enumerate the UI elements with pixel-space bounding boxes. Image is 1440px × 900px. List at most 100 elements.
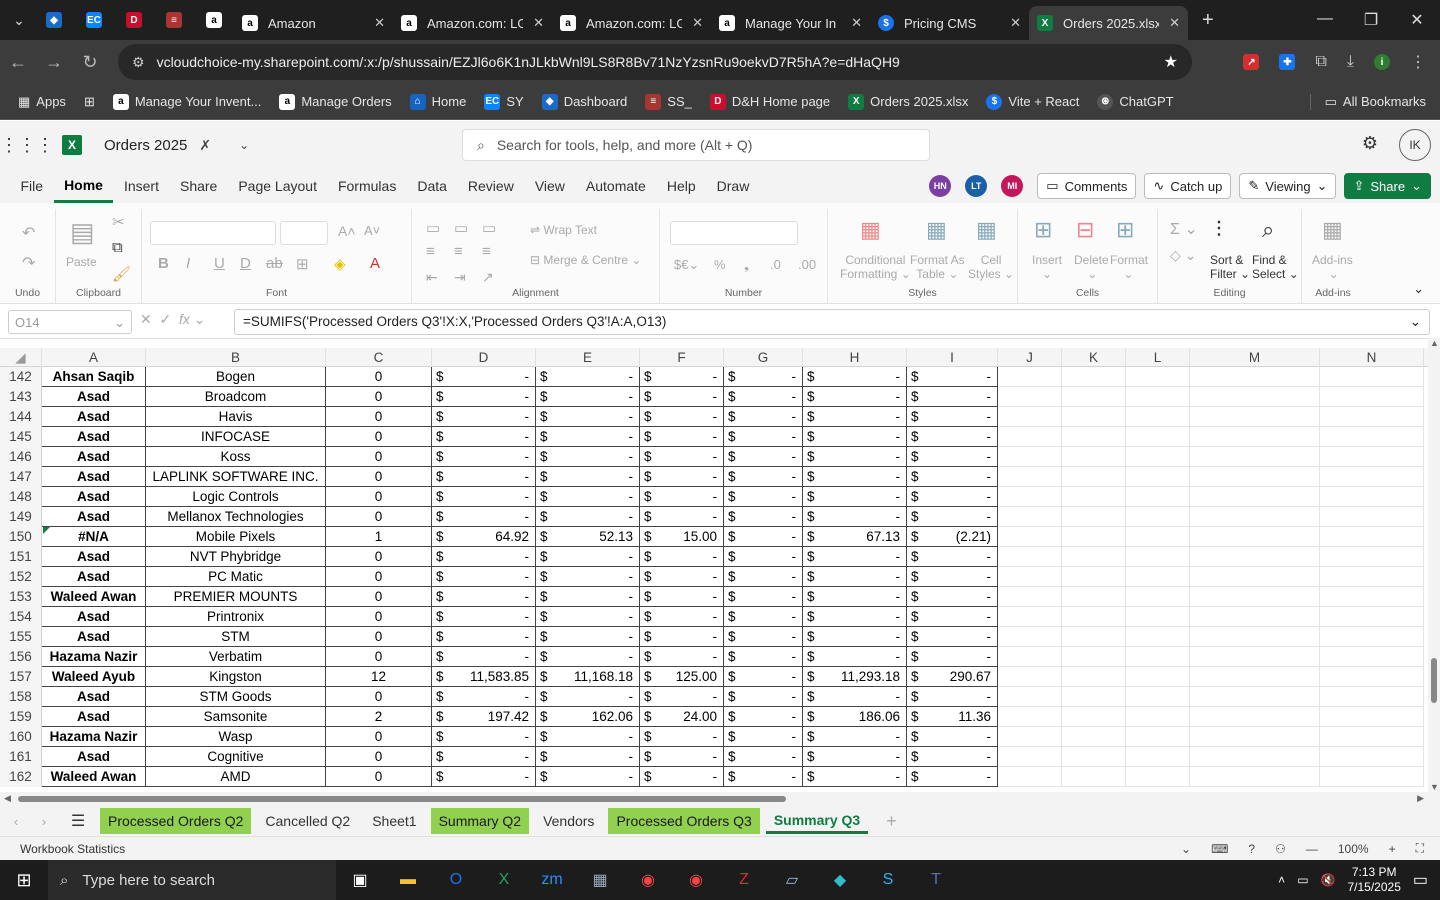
tab-file[interactable]: File	[10, 169, 54, 203]
cell-empty[interactable]	[1320, 707, 1424, 727]
cell-empty[interactable]	[1062, 447, 1126, 467]
cell-a[interactable]: Asad	[42, 467, 146, 487]
cell-empty[interactable]	[1190, 627, 1320, 647]
wrap-text-button[interactable]: ⇌ Wrap Text	[530, 223, 597, 237]
cell-empty[interactable]	[1190, 607, 1320, 627]
cell-f[interactable]: $ -	[640, 747, 724, 767]
cell-empty[interactable]	[1320, 627, 1424, 647]
cell-empty[interactable]	[1190, 727, 1320, 747]
cell-empty[interactable]	[1062, 767, 1126, 787]
increase-indent-icon[interactable]: ⇥	[454, 269, 466, 286]
cell-empty[interactable]	[1062, 727, 1126, 747]
cell-f[interactable]: $ -	[640, 387, 724, 407]
skype-icon[interactable]: S	[864, 860, 912, 900]
cell-a[interactable]: Asad	[42, 607, 146, 627]
cell-i[interactable]: $ -	[907, 767, 998, 787]
cell-c[interactable]: 0	[326, 587, 432, 607]
column-header-g[interactable]: G	[724, 348, 803, 367]
notepad-icon[interactable]: ▱	[768, 860, 816, 900]
column-header-c[interactable]: C	[326, 348, 432, 367]
expand-formula-icon[interactable]: ⌄	[1410, 314, 1421, 330]
cell-empty[interactable]	[1062, 427, 1126, 447]
cell-i[interactable]: $ -	[907, 547, 998, 567]
chrome-profile-icon[interactable]: ◉	[672, 860, 720, 900]
comma-style-icon[interactable]: ❟	[744, 257, 749, 273]
cell-empty[interactable]	[1190, 707, 1320, 727]
bookmark-apps[interactable]: ▦ Apps	[18, 94, 66, 110]
cell-g[interactable]: $ -	[724, 647, 803, 667]
currency-format-icon[interactable]: $€⌄	[674, 257, 699, 273]
filezilla-icon[interactable]: Z	[720, 860, 768, 900]
cell-empty[interactable]	[998, 527, 1062, 547]
cell-e[interactable]: $ -	[536, 467, 640, 487]
cell-d[interactable]: $11,583.85	[432, 667, 536, 687]
cell-empty[interactable]	[1062, 647, 1126, 667]
column-header-j[interactable]: J	[998, 348, 1062, 367]
cell-i[interactable]: $ -	[907, 387, 998, 407]
cell-g[interactable]: $ -	[724, 507, 803, 527]
cell-empty[interactable]	[998, 707, 1062, 727]
shrink-font-icon[interactable]: A˅	[364, 223, 380, 238]
cell-empty[interactable]	[1320, 767, 1424, 787]
pinned-tab-5[interactable]: a	[194, 0, 234, 40]
cell-empty[interactable]	[1320, 727, 1424, 747]
download-icon[interactable]: ⤓	[1347, 53, 1354, 71]
cell-e[interactable]: $ -	[536, 567, 640, 587]
cell-g[interactable]: $ -	[724, 567, 803, 587]
keyboard-icon[interactable]: ⌨	[1211, 842, 1228, 856]
cell-e[interactable]: $ -	[536, 547, 640, 567]
cell-empty[interactable]	[1190, 747, 1320, 767]
cell-a[interactable]: Asad	[42, 747, 146, 767]
cell-empty[interactable]	[1126, 547, 1190, 567]
cell-e[interactable]: $11,168.18	[536, 667, 640, 687]
paste-icon[interactable]: ▤	[70, 217, 95, 248]
browser-tab[interactable]: a Amazon ✕	[234, 6, 393, 40]
cell-c[interactable]: 0	[326, 467, 432, 487]
cell-d[interactable]: $ -	[432, 447, 536, 467]
cell-empty[interactable]	[1320, 647, 1424, 667]
cell-empty[interactable]	[1320, 487, 1424, 507]
find-select-button[interactable]: Find & Select ⌄	[1252, 253, 1299, 281]
new-tab-button[interactable]: +	[1202, 9, 1214, 32]
cell-empty[interactable]	[1320, 607, 1424, 627]
chrome-icon[interactable]: ◉	[624, 860, 672, 900]
cell-g[interactable]: $ -	[724, 487, 803, 507]
cell-e[interactable]: $ -	[536, 507, 640, 527]
column-header-i[interactable]: I	[907, 348, 998, 367]
cell-empty[interactable]	[1320, 407, 1424, 427]
decrease-indent-icon[interactable]: ⇤	[426, 269, 438, 286]
clear-icon[interactable]: ◇ ⌄	[1170, 247, 1196, 264]
tab-draw[interactable]: Draw	[706, 169, 760, 203]
name-box[interactable]: O14 ⌄	[8, 310, 132, 334]
column-header-l[interactable]: L	[1126, 348, 1190, 367]
row-header[interactable]: 147	[0, 467, 42, 487]
catch-up-button[interactable]: ∿ Catch up	[1144, 173, 1232, 199]
pinned-tab-1[interactable]: ◆	[34, 0, 74, 40]
cell-c[interactable]: 0	[326, 567, 432, 587]
cell-d[interactable]: $ -	[432, 727, 536, 747]
cell-d[interactable]: $197.42	[432, 707, 536, 727]
cell-c[interactable]: 0	[326, 507, 432, 527]
cell-b[interactable]: Broadcom	[146, 387, 326, 407]
cell-i[interactable]: $290.67	[907, 667, 998, 687]
minimize-icon[interactable]: —	[1302, 10, 1348, 30]
sheet-tab[interactable]: Processed Orders Q3	[608, 808, 760, 834]
cell-d[interactable]: $ -	[432, 487, 536, 507]
cell-h[interactable]: $ -	[803, 587, 907, 607]
sheet-tab[interactable]: Summary Q3	[765, 808, 869, 834]
cell-h[interactable]: $ -	[803, 407, 907, 427]
star-icon[interactable]: ★	[1164, 52, 1178, 72]
align-left-icon[interactable]: ≡	[426, 243, 435, 260]
cell-e[interactable]: $ -	[536, 747, 640, 767]
sort-filter-icon[interactable]: ⫶	[1216, 217, 1222, 243]
insert-cells-icon[interactable]: ⊞	[1034, 217, 1052, 243]
cell-h[interactable]: $11,293.18	[803, 667, 907, 687]
cell-i[interactable]: $ -	[907, 687, 998, 707]
cell-empty[interactable]	[998, 667, 1062, 687]
cell-a[interactable]: Asad	[42, 687, 146, 707]
cell-a[interactable]: Asad	[42, 627, 146, 647]
prev-sheet-icon[interactable]: ‹	[0, 814, 32, 829]
percent-icon[interactable]: %	[714, 257, 726, 272]
calculator-icon[interactable]: ▦	[576, 860, 624, 900]
conditional-formatting-icon[interactable]: ▦	[860, 217, 881, 243]
